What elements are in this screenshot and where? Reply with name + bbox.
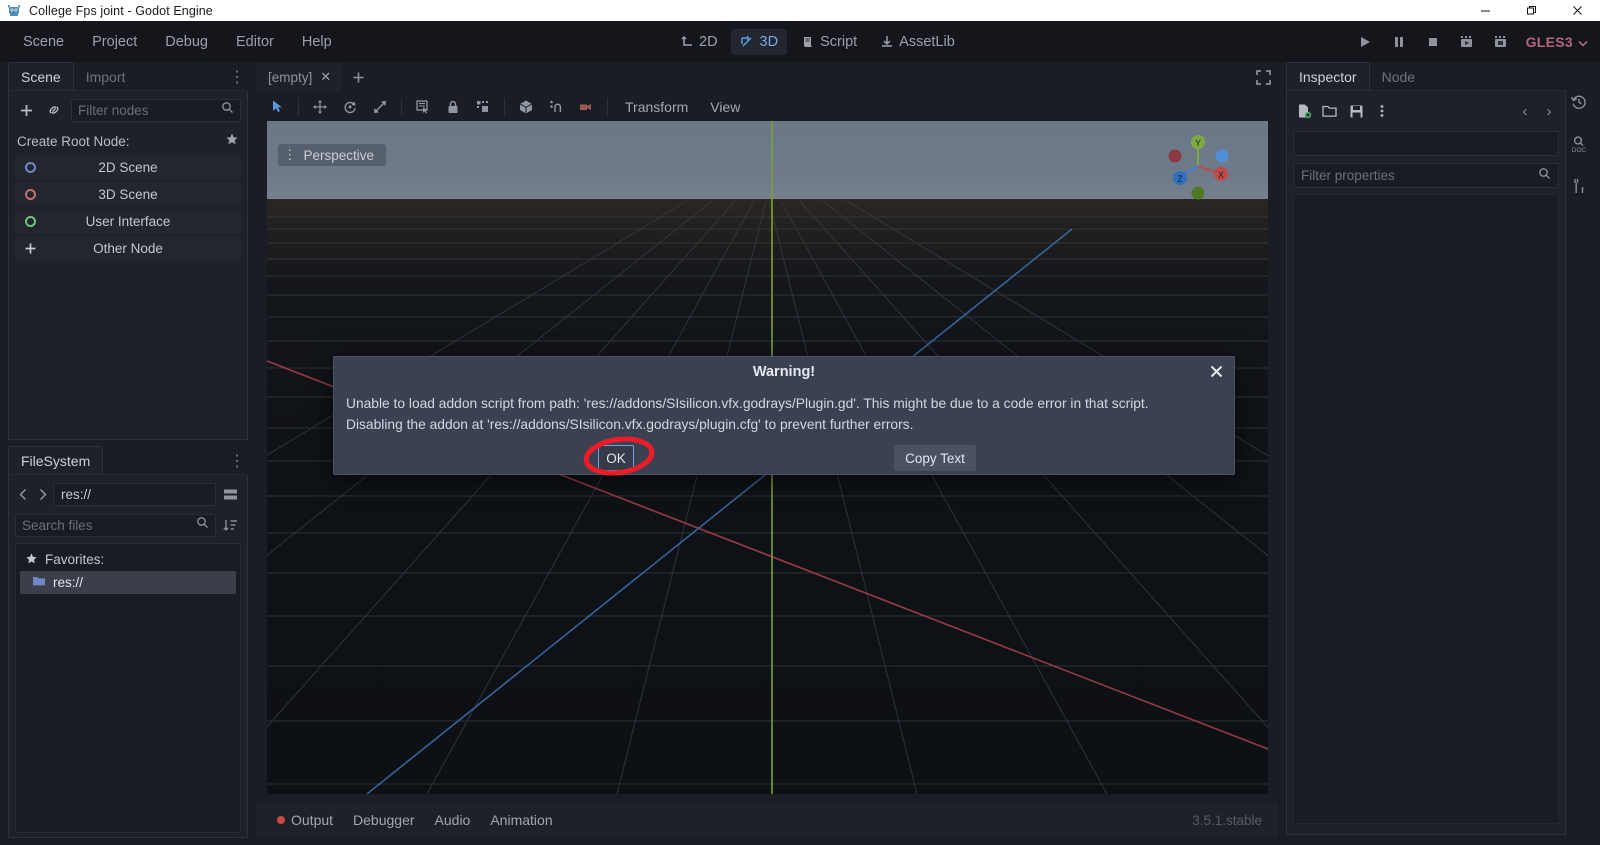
dialog-message-line2: Disabling the addon at 'res://addons/SIs… <box>346 417 914 432</box>
warning-dialog: Warning! Unable to load addon script fro… <box>333 356 1235 475</box>
dialog-buttons: OK Copy Text <box>334 445 1234 473</box>
dialog-message-line1: Unable to load addon script from path: '… <box>346 396 1149 411</box>
ok-button[interactable]: OK <box>598 445 634 471</box>
copy-text-button[interactable]: Copy Text <box>894 445 976 471</box>
dialog-layer: Warning! Unable to load addon script fro… <box>0 0 1600 845</box>
dialog-close-button[interactable] <box>1207 362 1225 380</box>
dialog-message: Unable to load addon script from path: '… <box>334 380 1234 435</box>
godot-editor-window: College Fps joint - Godot Engine Scene P… <box>0 0 1600 845</box>
dialog-title: Warning! <box>752 364 816 380</box>
